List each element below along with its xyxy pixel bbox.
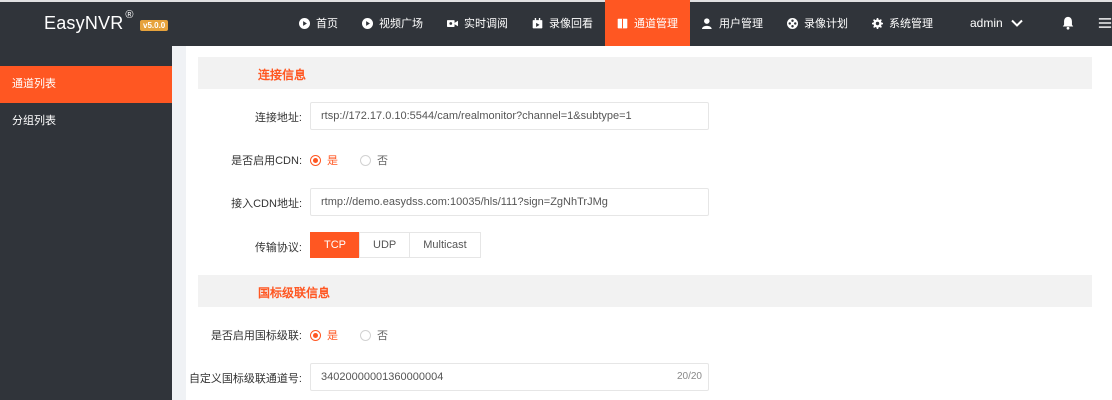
user-menu[interactable]: admin: [970, 0, 1023, 46]
play-circle-icon: [299, 17, 310, 29]
radio-dot: [360, 329, 371, 341]
cdn-address-label: 接入CDN地址:: [231, 198, 302, 210]
cascade-channel-label: 自定义国标级联通道号:: [188, 373, 302, 385]
film-reel-icon: [787, 17, 798, 29]
section-title: 国标级联信息: [258, 286, 331, 300]
protocol-multicast-button[interactable]: Multicast: [409, 232, 481, 258]
radio-label: 是: [327, 155, 338, 167]
chevron-down-icon: [1010, 19, 1023, 27]
cascade-channel-input[interactable]: 34020000001360000004 20/20: [310, 363, 709, 391]
nav-label: 视频广场: [379, 18, 423, 30]
channel-edit-form: 连接信息 连接地址: rtsp://172.17.0.10:5544/cam/r…: [186, 46, 1112, 400]
nav-label: 系统管理: [889, 18, 933, 30]
connection-address-label: 连接地址:: [254, 112, 302, 124]
nav-label: 实时调阅: [464, 18, 508, 30]
nav-home[interactable]: 首页: [287, 0, 350, 46]
gear-icon: [872, 17, 883, 29]
bell-icon: [1062, 16, 1074, 30]
calendar-icon: [532, 17, 543, 28]
sidebar-item-channel-list[interactable]: 通道列表: [0, 66, 172, 103]
nav-live-view[interactable]: 实时调阅: [435, 0, 520, 46]
cdn-yes-radio[interactable]: 是: [310, 152, 338, 168]
input-value: 34020000001360000004: [321, 371, 444, 383]
username: admin: [970, 16, 1003, 30]
brand-logo[interactable]: EasyNVR ®: [44, 9, 134, 34]
nav-label: 录像回看: [549, 18, 593, 30]
nav-label: 首页: [316, 18, 338, 30]
more-menu-button[interactable]: [1098, 16, 1112, 30]
section-title: 连接信息: [258, 68, 307, 82]
sidebar-item-group-list[interactable]: 分组列表: [0, 103, 172, 140]
char-counter: 20/20: [676, 371, 702, 382]
cascade-no-radio[interactable]: 否: [360, 327, 388, 343]
nav-label: 用户管理: [719, 18, 763, 30]
cdn-enable-label: 是否启用CDN:: [231, 155, 302, 167]
nav-system-management[interactable]: 系统管理: [860, 0, 945, 46]
protocol-tcp-button[interactable]: TCP: [310, 232, 360, 258]
nav-label: 录像计划: [804, 18, 848, 30]
user-icon: [702, 17, 712, 29]
main-nav: 首页 视频广场 实时调阅 录像回看 通道管理 用户管理 录像计划 系统管理: [287, 0, 945, 46]
nav-record-plan[interactable]: 录像计划: [775, 0, 860, 46]
protocol-segmented-control: TCP UDP Multicast: [310, 232, 481, 258]
sidebar: 通道列表 分组列表: [0, 46, 172, 400]
notifications-button[interactable]: [1061, 16, 1075, 30]
top-navbar: EasyNVR ® v5.0.0 首页 视频广场 实时调阅 录像回看 通道管理 用…: [0, 0, 1112, 46]
video-camera-icon: [447, 19, 458, 27]
brand-name: EasyNVR: [44, 13, 124, 33]
nav-playback[interactable]: 录像回看: [520, 0, 605, 46]
radio-dot: [360, 154, 371, 166]
radio-label: 是: [327, 330, 338, 342]
cdn-address-input[interactable]: rtmp://demo.easydss.com:10035/hls/111?si…: [310, 188, 709, 216]
cascade-enable-label: 是否启用国标级联:: [210, 330, 302, 342]
menu-icon: [1098, 18, 1112, 28]
play-circle-icon: [362, 17, 373, 29]
cdn-enable-radio-group: 是 否: [310, 152, 410, 168]
connection-section-header: 连接信息: [198, 57, 1092, 89]
radio-label: 否: [377, 155, 388, 167]
radio-dot: [310, 329, 321, 341]
nav-label: 通道管理: [634, 18, 678, 30]
protocol-label: 传输协议:: [254, 242, 302, 254]
version-badge: v5.0.0: [140, 20, 169, 31]
cdn-no-radio[interactable]: 否: [360, 152, 388, 168]
radio-label: 否: [377, 330, 388, 342]
protocol-udp-button[interactable]: UDP: [359, 232, 411, 258]
cascade-section-header: 国标级联信息: [198, 275, 1092, 307]
connection-address-input[interactable]: rtsp://172.17.0.10:5544/cam/realmonitor?…: [310, 102, 709, 130]
book-icon: [617, 18, 628, 28]
cascade-enable-radio-group: 是 否: [310, 327, 410, 343]
radio-dot: [310, 154, 321, 166]
cascade-yes-radio[interactable]: 是: [310, 327, 338, 343]
nav-video-square[interactable]: 视频广场: [350, 0, 435, 46]
registered-mark: ®: [125, 9, 134, 21]
nav-channel-management[interactable]: 通道管理: [605, 0, 690, 46]
nav-user-management[interactable]: 用户管理: [690, 0, 775, 46]
